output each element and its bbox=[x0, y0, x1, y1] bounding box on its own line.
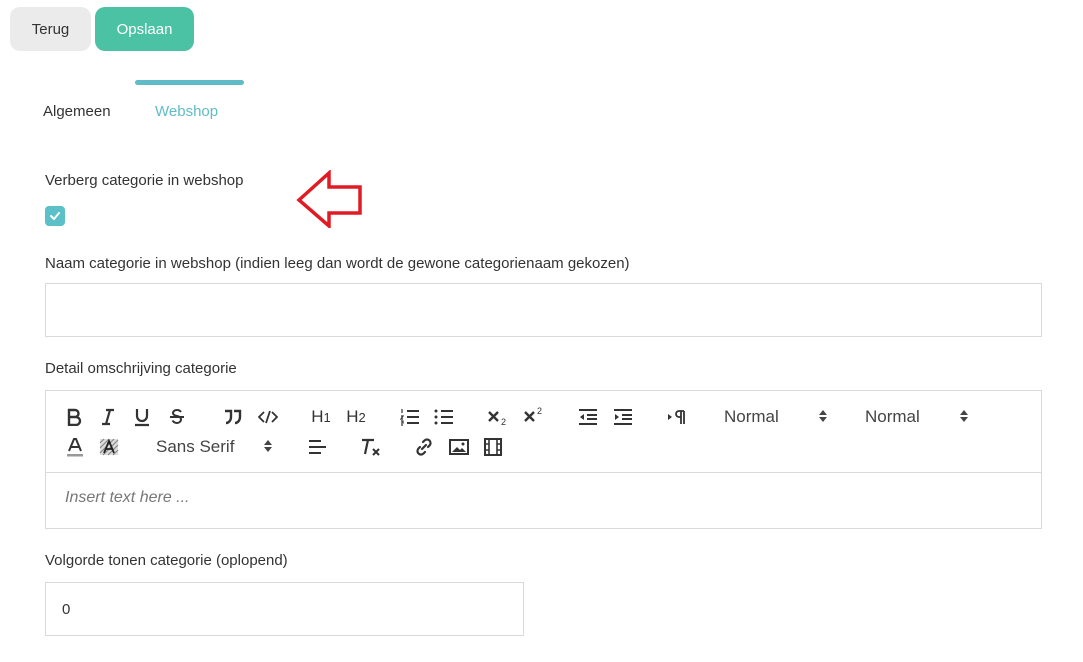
bold-button[interactable] bbox=[64, 406, 84, 428]
font-select-caret-icon[interactable] bbox=[264, 440, 272, 452]
video-button[interactable] bbox=[482, 436, 504, 458]
bold-icon bbox=[67, 408, 82, 426]
subscript-button[interactable]: 2 bbox=[486, 406, 510, 428]
description-editor-area[interactable]: Insert text here ... bbox=[65, 489, 190, 507]
underline-icon bbox=[135, 409, 149, 427]
heading2-button[interactable]: H2 bbox=[343, 404, 369, 430]
size-select-caret-icon[interactable] bbox=[960, 410, 968, 422]
bullet-list-button[interactable] bbox=[433, 406, 455, 428]
code-icon bbox=[258, 410, 278, 424]
blockquote-button[interactable] bbox=[222, 406, 244, 428]
display-order-input[interactable]: 0 bbox=[45, 582, 524, 636]
background-color-button[interactable] bbox=[98, 435, 120, 459]
hide-in-webshop-checkbox[interactable] bbox=[45, 206, 65, 226]
underline-button[interactable] bbox=[132, 406, 152, 428]
heading1-label: H1 bbox=[311, 407, 331, 426]
heading2-label: H2 bbox=[346, 407, 366, 426]
indent-button[interactable] bbox=[612, 406, 634, 428]
back-button[interactable]: Terug bbox=[10, 7, 91, 51]
clear-format-icon bbox=[362, 438, 380, 456]
indent-icon bbox=[614, 409, 632, 425]
superscript-button[interactable]: 2 bbox=[522, 404, 546, 426]
link-button[interactable] bbox=[413, 436, 435, 458]
display-order-label: Volgorde tonen categorie (oplopend) bbox=[45, 552, 288, 569]
svg-text:2: 2 bbox=[537, 406, 542, 416]
outdent-button[interactable] bbox=[577, 406, 599, 428]
text-direction-button[interactable] bbox=[666, 406, 688, 428]
header-select[interactable]: Normal bbox=[724, 407, 779, 427]
text-direction-icon bbox=[668, 410, 685, 424]
quote-icon bbox=[225, 409, 242, 425]
header-select-caret-icon[interactable] bbox=[819, 410, 827, 422]
font-select[interactable]: Sans Serif bbox=[156, 437, 234, 457]
editor-toolbar: H1 H2 2 2 Normal Normal Sans Serif bbox=[46, 391, 1041, 473]
italic-button[interactable] bbox=[98, 406, 118, 428]
outdent-icon bbox=[579, 409, 597, 425]
annotation-arrow-icon bbox=[296, 170, 362, 228]
background-color-icon bbox=[99, 438, 119, 456]
text-color-icon bbox=[67, 438, 83, 457]
svg-text:2: 2 bbox=[501, 417, 506, 426]
hide-in-webshop-label: Verberg categorie in webshop bbox=[45, 172, 244, 189]
active-tab-indicator bbox=[135, 80, 244, 85]
strikethrough-button[interactable] bbox=[167, 406, 187, 428]
strikethrough-icon bbox=[170, 408, 184, 425]
webshop-name-label: Naam categorie in webshop (indien leeg d… bbox=[45, 255, 630, 272]
tab-webshop[interactable]: Webshop bbox=[155, 103, 218, 120]
description-label: Detail omschrijving categorie bbox=[45, 360, 237, 377]
size-select[interactable]: Normal bbox=[865, 407, 920, 427]
checkmark-icon bbox=[50, 212, 60, 220]
text-color-button[interactable] bbox=[64, 435, 86, 459]
ordered-list-button[interactable] bbox=[399, 406, 421, 428]
align-left-icon bbox=[309, 440, 326, 454]
heading1-button[interactable]: H1 bbox=[308, 404, 334, 430]
link-icon bbox=[416, 438, 432, 456]
superscript-icon: 2 bbox=[524, 406, 542, 422]
clear-format-button[interactable] bbox=[360, 436, 382, 458]
align-button[interactable] bbox=[306, 436, 328, 458]
description-editor: H1 H2 2 2 Normal Normal Sans Serif Inser… bbox=[45, 390, 1042, 529]
tab-general[interactable]: Algemeen bbox=[43, 103, 111, 120]
image-icon bbox=[449, 439, 469, 455]
save-button[interactable]: Opslaan bbox=[95, 7, 194, 51]
subscript-icon: 2 bbox=[488, 411, 506, 426]
italic-icon bbox=[102, 408, 114, 426]
code-block-button[interactable] bbox=[256, 406, 280, 428]
image-button[interactable] bbox=[448, 436, 470, 458]
webshop-name-input[interactable] bbox=[45, 283, 1042, 337]
ordered-list-icon bbox=[400, 409, 419, 426]
video-icon bbox=[484, 438, 502, 456]
bullet-list-icon bbox=[434, 409, 453, 425]
